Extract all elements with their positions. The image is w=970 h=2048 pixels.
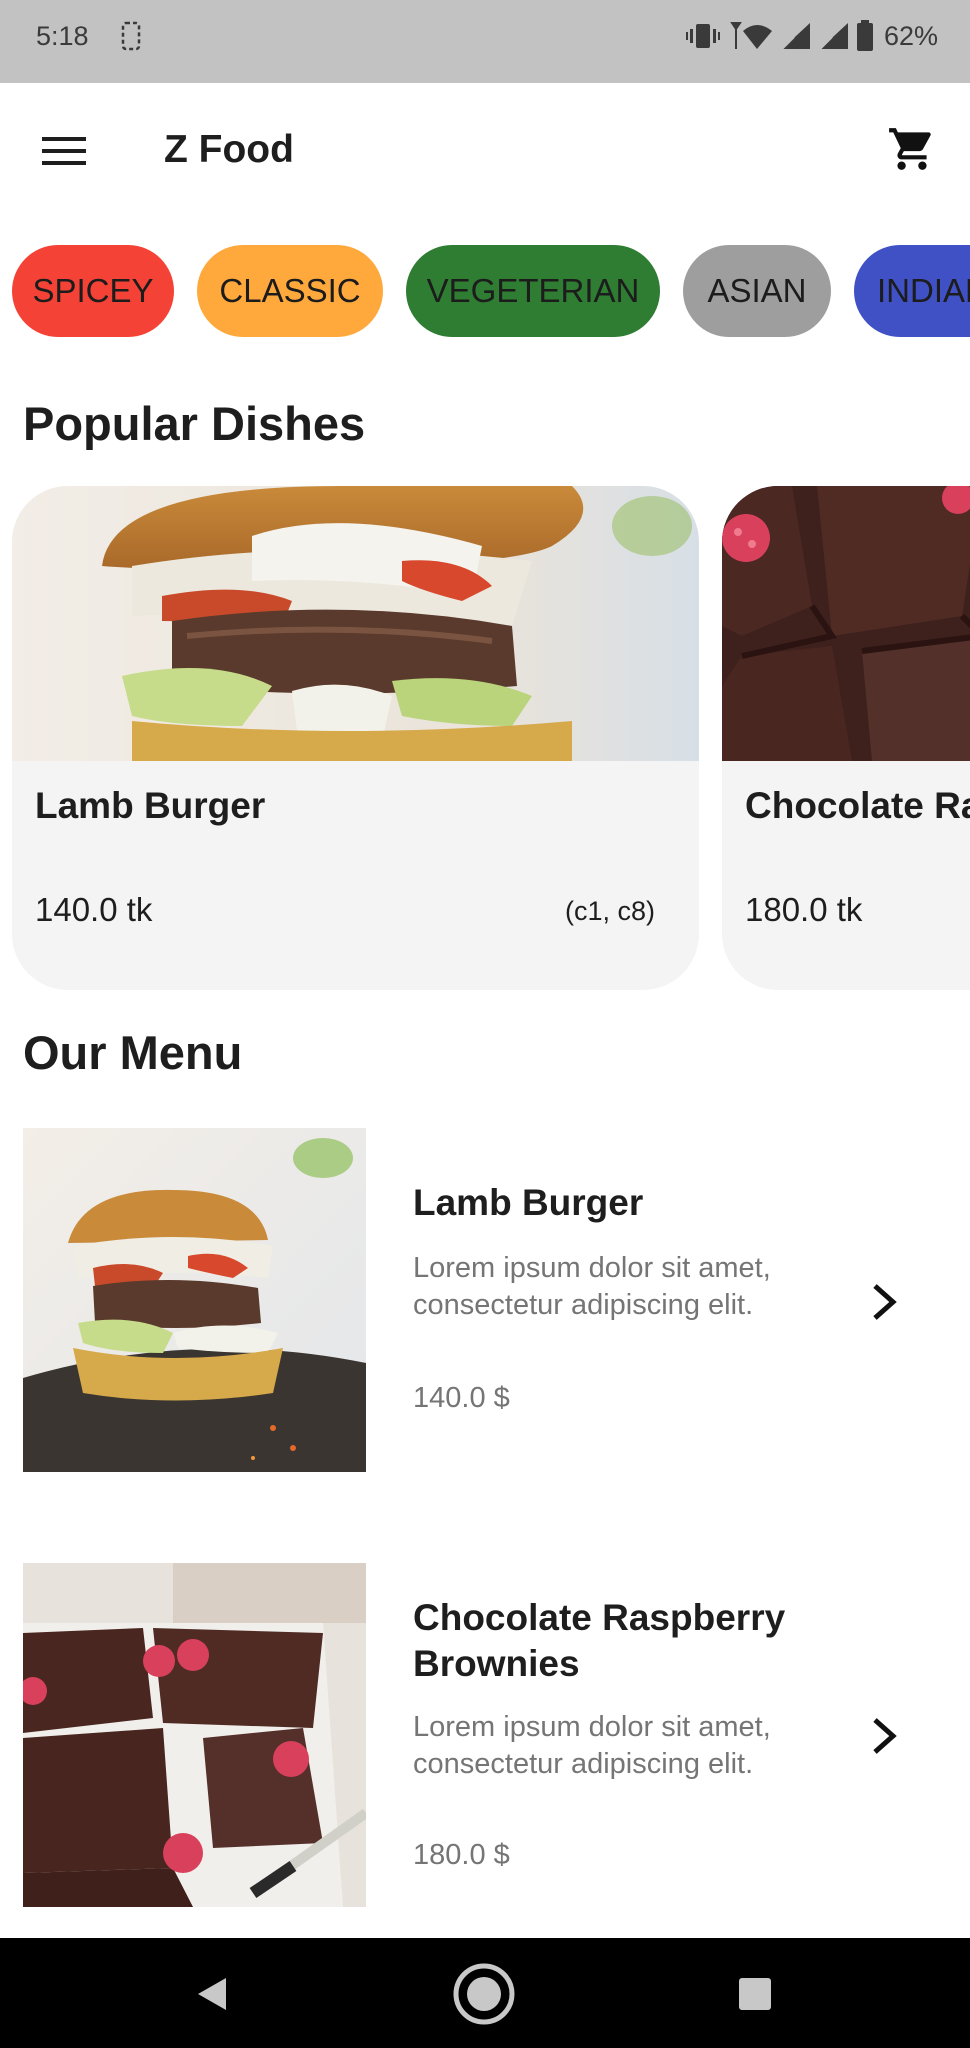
back-icon[interactable]: [192, 1974, 232, 2014]
menu-item-description: Lorem ipsum dolor sit amet, consectetur …: [413, 1252, 771, 1321]
menu-item-name: Chocolate Raspberry Brownies: [413, 1597, 786, 1684]
chip-vegeterian[interactable]: VEGETERIAN: [406, 245, 660, 337]
menu-item-price: 140.0 $: [413, 1382, 510, 1414]
status-time: 5:18: [36, 21, 89, 51]
shopping-cart-icon[interactable]: [882, 119, 942, 179]
chevron-right-icon[interactable]: [860, 1712, 908, 1760]
burger-image: [12, 486, 699, 761]
popular-dishes-carousel[interactable]: Lamb Burger 140.0 tk (c1, c8) Chocolate …: [0, 486, 970, 990]
chevron-right-icon[interactable]: [860, 1278, 908, 1326]
menu-item-name: Lamb Burger: [413, 1182, 644, 1223]
wifi-icon: [726, 21, 774, 51]
brownie-image: [722, 486, 970, 761]
chip-classic[interactable]: CLASSIC: [197, 245, 383, 337]
recents-icon[interactable]: [737, 1976, 773, 2012]
app-bar: Z Food: [0, 83, 970, 213]
popular-card-price: 140.0 tk: [35, 891, 153, 928]
burger-image: [23, 1128, 366, 1472]
popular-card-name: Lamb Burger: [35, 785, 266, 826]
hamburger-menu-icon[interactable]: [36, 123, 92, 179]
popular-card-price: 180.0 tk: [745, 891, 863, 928]
battery-icon: [856, 20, 874, 52]
signal-icon: [818, 21, 850, 51]
menu-item-price: 180.0 $: [413, 1839, 510, 1871]
status-icons: 62%: [685, 18, 938, 54]
home-icon[interactable]: [452, 1962, 516, 2026]
system-nav-bar: [0, 1938, 970, 2048]
chip-asian[interactable]: ASIAN: [683, 245, 831, 337]
popular-card[interactable]: Chocolate Ra 180.0 tk: [722, 486, 970, 990]
battery-level: 62%: [883, 20, 938, 51]
menu-list-item[interactable]: Chocolate Raspberry Brownies Lorem ipsum…: [0, 1563, 970, 1907]
popular-card[interactable]: Lamb Burger 140.0 tk (c1, c8): [12, 486, 699, 990]
signal-icon: [780, 21, 812, 51]
popular-card-name: Chocolate Ra: [745, 785, 970, 826]
category-chips: SPICEY CLASSIC VEGETERIAN ASIAN INDIAN: [0, 245, 970, 337]
brownie-image: [23, 1563, 366, 1907]
popular-dishes-heading: Popular Dishes: [23, 397, 366, 450]
status-bar: 5:18 62%: [0, 0, 970, 83]
chip-spicey[interactable]: SPICEY: [12, 245, 174, 337]
vibrate-icon: [685, 21, 720, 51]
menu-list-item[interactable]: Lamb Burger Lorem ipsum dolor sit amet, …: [0, 1128, 970, 1472]
menu-item-description: Lorem ipsum dolor sit amet, consectetur …: [413, 1711, 771, 1780]
popular-card-tags: (c1, c8): [564, 896, 655, 926]
chip-indian[interactable]: INDIAN: [854, 245, 970, 337]
app-title: Z Food: [164, 128, 294, 171]
screenshot-icon: [120, 20, 142, 52]
our-menu-heading: Our Menu: [23, 1026, 243, 1079]
